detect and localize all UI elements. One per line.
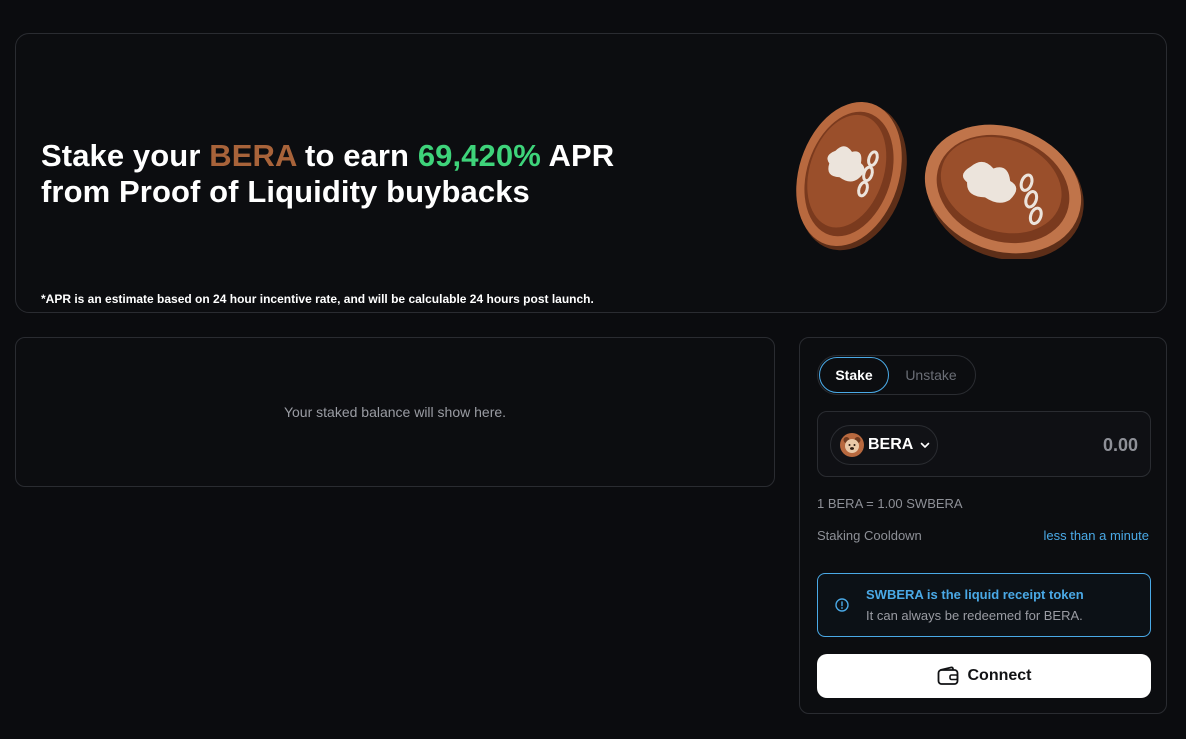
- chevron-down-icon: [921, 442, 930, 448]
- exchange-rate: 1 BERA = 1.00 SWBERA: [817, 496, 963, 511]
- amount-input-box: BERA: [817, 411, 1151, 477]
- hero-title-text: APR: [540, 138, 615, 173]
- hero-title-line2: from Proof of Liquidity buybacks: [41, 174, 530, 209]
- hero-banner: Stake your BERA to earn 69,420% APR from…: [15, 33, 1167, 313]
- cooldown-value: less than a minute: [1043, 528, 1149, 543]
- cooldown-label: Staking Cooldown: [817, 528, 922, 543]
- info-icon: [835, 598, 849, 612]
- hero-apr-value: 69,420%: [417, 138, 541, 173]
- apr-disclaimer: *APR is an estimate based on 24 hour inc…: [41, 292, 594, 306]
- staked-balance-card: Your staked balance will show here.: [15, 337, 775, 487]
- connect-button-label: Connect: [967, 667, 1032, 684]
- hero-title-text: Stake your: [41, 138, 210, 173]
- hero-title-text: to earn: [296, 138, 418, 173]
- connect-button[interactable]: Connect: [817, 654, 1151, 698]
- token-selector[interactable]: BERA: [830, 425, 938, 465]
- info-subtitle: It can always be redeemed for BERA.: [866, 608, 1083, 623]
- stake-panel: Stake Unstake BERA 1 BERA = 1.00 SWBERA …: [799, 337, 1167, 714]
- stake-tabs: Stake Unstake: [817, 355, 976, 395]
- info-title: SWBERA is the liquid receipt token: [866, 587, 1084, 602]
- info-callout: SWBERA is the liquid receipt token It ca…: [817, 573, 1151, 637]
- bera-coins-illustration: [796, 101, 1084, 259]
- hero-title: Stake your BERA to earn 69,420% APR from…: [41, 138, 614, 210]
- hero-title-token: BERA: [209, 138, 297, 173]
- tab-stake[interactable]: Stake: [819, 357, 889, 393]
- token-symbol: BERA: [868, 436, 914, 453]
- tab-unstake[interactable]: Unstake: [889, 357, 973, 393]
- wallet-icon: [937, 666, 958, 685]
- amount-input[interactable]: [988, 430, 1138, 460]
- bear-token-icon: [840, 433, 864, 457]
- staked-balance-empty-text: Your staked balance will show here.: [283, 404, 507, 420]
